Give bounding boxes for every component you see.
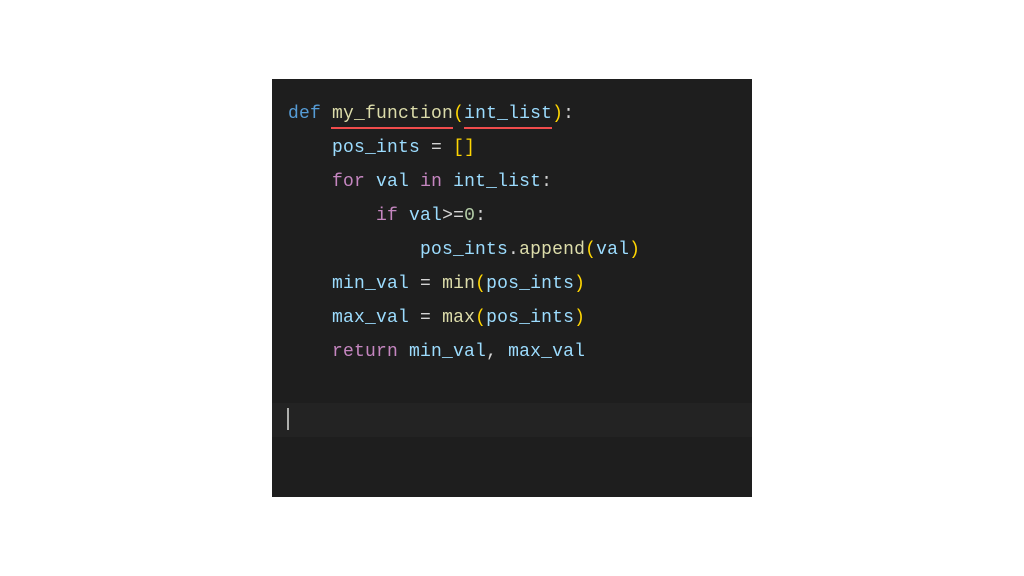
code-line-6: min_val = min(pos_ints) xyxy=(288,267,740,301)
code-line-2: pos_ints = [] xyxy=(288,131,740,165)
code-line-3: for val in int_list: xyxy=(288,165,740,199)
code-line-5: pos_ints.append(val) xyxy=(288,233,740,267)
current-line xyxy=(272,403,752,437)
function-name: my_function xyxy=(332,104,453,124)
cursor xyxy=(287,408,289,430)
parameter: int_list xyxy=(464,104,552,124)
keyword-def: def xyxy=(288,104,321,124)
code-block[interactable]: def my_function(int_list): pos_ints = []… xyxy=(288,97,740,437)
code-line-7: max_val = max(pos_ints) xyxy=(288,301,740,335)
code-line-8: return min_val, max_val xyxy=(288,335,740,369)
blank-line xyxy=(288,369,740,403)
code-editor: def my_function(int_list): pos_ints = []… xyxy=(272,79,752,497)
code-line-1: def my_function(int_list): xyxy=(288,97,740,131)
code-line-4: if val>=0: xyxy=(288,199,740,233)
